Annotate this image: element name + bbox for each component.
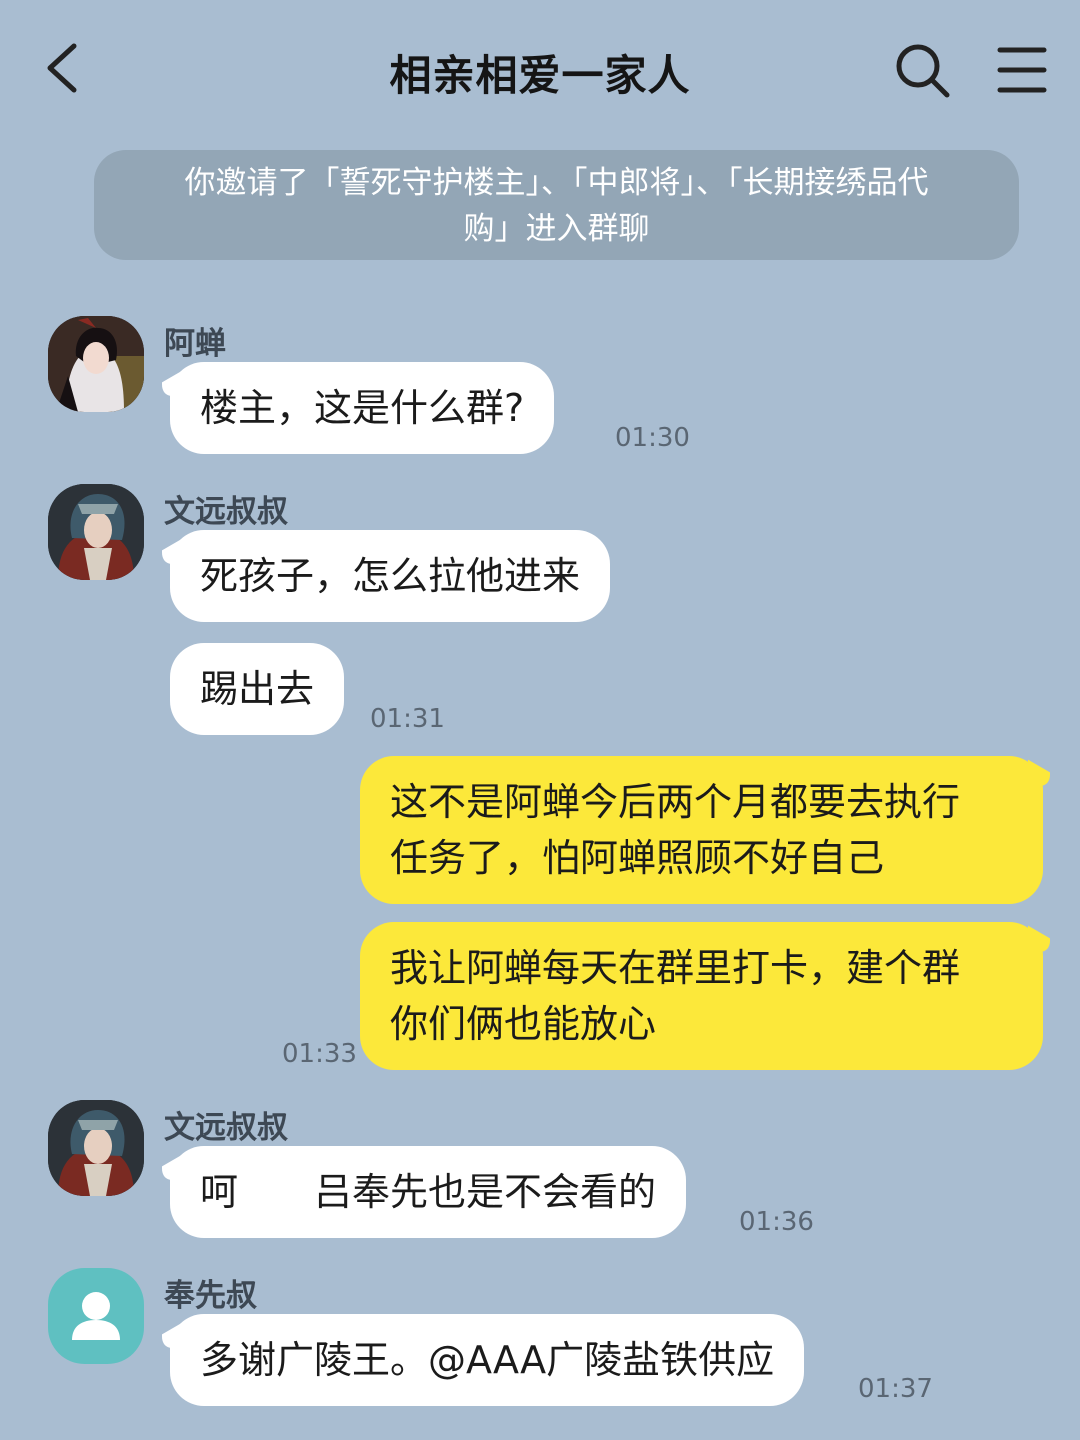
message-bubble[interactable]: 踢出去: [170, 643, 345, 735]
avatar-achan[interactable]: [48, 316, 144, 412]
sender-name: 文远叔叔: [164, 1110, 288, 1146]
message-line: 我让阿蝉每天在群里打卡，建个群: [390, 946, 961, 990]
system-notice-line: 购」进入群聊: [463, 211, 650, 247]
character-portrait-icon: [48, 484, 144, 580]
chat-header: 相亲相爱一家人: [0, 0, 1080, 140]
chat-screen: 相亲相爱一家人 你邀请了「誓死守护楼主」、「中郎将」、「长期接绣品代 购」进入群…: [0, 0, 1080, 1440]
sender-name: 奉先叔: [164, 1278, 257, 1314]
message-bubble[interactable]: 呵 吕奉先也是不会看的: [170, 1146, 687, 1238]
avatar-wenyuan[interactable]: [48, 1100, 144, 1196]
message-bubble[interactable]: 楼主，这是什么群?: [170, 362, 555, 454]
message-bubble-outgoing[interactable]: 我让阿蝉每天在群里打卡，建个群 你们俩也能放心: [360, 922, 1043, 1070]
search-button[interactable]: [892, 40, 952, 100]
message-time: 01:36: [739, 1207, 814, 1237]
search-icon: [896, 44, 950, 98]
message-bubble-outgoing[interactable]: 这不是阿蝉今后两个月都要去执行 任务了，怕阿蝉照顾不好自己: [360, 756, 1043, 904]
default-user-icon: [72, 1292, 120, 1340]
menu-icon: [997, 47, 1047, 93]
message-time: 01:30: [615, 423, 690, 453]
avatar-wenyuan[interactable]: [48, 484, 144, 580]
message-time: 01:31: [370, 704, 445, 734]
menu-button[interactable]: [994, 40, 1050, 100]
message-bubble[interactable]: 多谢广陵王。@AAA广陵盐铁供应: [170, 1314, 805, 1406]
avatar-fengxian[interactable]: [48, 1268, 144, 1364]
system-notice-line: 你邀请了「誓死守护楼主」、「中郎将」、「长期接绣品代: [184, 165, 929, 201]
sender-name: 阿蝉: [164, 326, 226, 362]
sender-name: 文远叔叔: [164, 494, 288, 530]
system-notice: 你邀请了「誓死守护楼主」、「中郎将」、「长期接绣品代 购」进入群聊: [94, 150, 1019, 260]
message-line: 任务了，怕阿蝉照顾不好自己: [390, 836, 885, 880]
message-time: 01:33: [282, 1039, 357, 1069]
message-line: 你们俩也能放心: [390, 1002, 657, 1046]
character-portrait-icon: [48, 1100, 144, 1196]
character-portrait-icon: [48, 316, 144, 412]
message-line: 这不是阿蝉今后两个月都要去执行: [390, 780, 961, 824]
message-bubble[interactable]: 死孩子，怎么拉他进来: [170, 530, 611, 622]
message-time: 01:37: [858, 1374, 933, 1404]
